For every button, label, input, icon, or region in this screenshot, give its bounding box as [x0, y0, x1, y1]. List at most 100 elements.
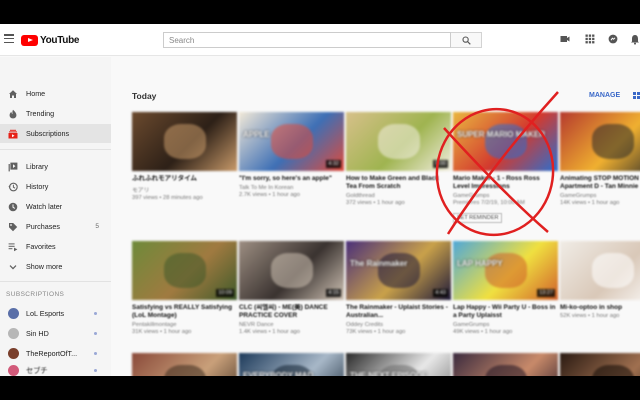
sidebar-item-history[interactable]: History: [0, 177, 111, 196]
video-title[interactable]: Mi-ko-optoo in shop: [560, 304, 640, 312]
channel-name[interactable]: モアリ: [132, 185, 237, 194]
search-input[interactable]: Search: [163, 32, 451, 48]
video-title[interactable]: The Rainmaker - Uplaist Stories - Austra…: [346, 304, 451, 320]
channel-name[interactable]: GameGrumps: [453, 322, 558, 328]
sidebar-item-label: Purchases: [26, 222, 60, 231]
video-card[interactable]: THE NEXT EPISODE REMIX: [346, 353, 451, 376]
video-title[interactable]: Satisfying vs REALLY Satisfying (LoL Mon…: [132, 304, 237, 320]
thumbnail-text: LAP HAPPY: [457, 259, 503, 268]
thumbnail-text: APPLE: [243, 130, 270, 139]
channel-name: LoL Esports: [26, 309, 65, 318]
subscription-channel[interactable]: TheReportOfT...: [0, 344, 111, 363]
manage-button[interactable]: MANAGE: [589, 92, 620, 99]
video-title[interactable]: CLC (씨엘씨) - ME(美) DANCE PRACTICE COVER: [239, 304, 344, 320]
browser-viewport: YouTube Search Home Trending Subscriptio…: [0, 24, 640, 376]
thumbnail-shape: [270, 252, 313, 289]
video-meta: 397 views • 28 minutes ago: [132, 195, 203, 201]
video-card[interactable]: [132, 353, 237, 376]
video-meta: 2.7K views • 1 hour ago: [239, 192, 301, 198]
video-card[interactable]: APPLE 4:32 "I'm sorry, so here's an apple"…: [239, 112, 344, 198]
sidebar-item-purchases[interactable]: Purchases 5: [0, 217, 111, 236]
sidebar-item-trending[interactable]: Trending: [0, 104, 111, 123]
thumbnail-shape: [591, 364, 634, 376]
video-card[interactable]: [560, 353, 640, 376]
video-card[interactable]: Mi-ko-optoo in shop 52K views • 1 hour ag…: [560, 241, 640, 319]
sidebar-divider: [0, 281, 111, 282]
search-icon: [462, 36, 471, 45]
subscription-channel[interactable]: セブチ: [0, 364, 111, 376]
video-title[interactable]: Lap Happy - Wii Party U - Boss in a Part…: [453, 304, 558, 320]
video-thumbnail[interactable]: LAP HAPPY 13:27: [453, 241, 558, 300]
video-title[interactable]: ふれふれモアリタイム: [132, 175, 237, 183]
video-card[interactable]: [453, 353, 558, 376]
new-content-dot: [94, 312, 97, 315]
video-card[interactable]: The Rainmaker 4:43 The Rainmaker - Uplaist…: [346, 241, 451, 335]
video-card[interactable]: ふれふれモアリタイム モアリ 397 views • 28 minutes ago: [132, 112, 237, 201]
sidebar-item-favorites[interactable]: Favorites: [0, 237, 111, 256]
thumbnail-shape: [484, 364, 527, 376]
video-thumbnail[interactable]: 10:09: [132, 241, 237, 300]
messages-icon[interactable]: [608, 34, 618, 44]
menu-icon[interactable]: [4, 34, 14, 44]
video-thumbnail[interactable]: THE NEXT EPISODE REMIX: [346, 353, 451, 376]
sidebar-item-home[interactable]: Home: [0, 84, 111, 103]
channel-name: Sin HD: [26, 329, 49, 338]
tag-icon: [9, 222, 18, 231]
video-thumbnail[interactable]: [453, 353, 558, 376]
channel-name[interactable]: Oddey Credits: [346, 322, 451, 328]
channel-name[interactable]: GameGrumps: [560, 193, 640, 199]
video-thumbnail[interactable]: [560, 353, 640, 376]
thumbnail-shape: [377, 123, 420, 160]
letterbox-bar: [0, 376, 640, 400]
play-logo-icon: [21, 34, 38, 46]
youtube-logo[interactable]: YouTube: [21, 33, 80, 47]
video-title[interactable]: "I'm sorry, so here's an apple": [239, 175, 344, 183]
new-content-dot: [94, 369, 97, 372]
channel-name[interactable]: Pentakillmontage: [132, 322, 237, 328]
video-meta: 49K views • 1 hour ago: [453, 329, 513, 335]
subscriptions-icon: [8, 129, 18, 138]
subscription-channel[interactable]: LoL Esports: [0, 304, 111, 323]
sidebar-divider: [0, 149, 111, 150]
video-card[interactable]: 4:15 CLC (씨엘씨) - ME(美) DANCE PRACTICE COV…: [239, 241, 344, 335]
video-thumbnail[interactable]: [560, 112, 640, 171]
channel-avatar: [7, 348, 19, 359]
video-thumbnail[interactable]: 4:15: [239, 241, 344, 300]
video-thumbnail[interactable]: [132, 112, 237, 171]
video-card[interactable]: EVERYBODY MAD: [239, 353, 344, 376]
video-thumbnail[interactable]: The Rainmaker 4:43: [346, 241, 451, 300]
video-duration: 4:15: [326, 289, 341, 297]
subscription-channel[interactable]: Sin HD: [0, 324, 111, 343]
video-card[interactable]: 10:09 Satisfying vs REALLY Satisfying (Lo…: [132, 241, 237, 335]
channel-name: TheReportOfT...: [26, 349, 78, 358]
sidebar-item-library[interactable]: Library: [0, 157, 111, 176]
purchases-count: 5: [95, 223, 99, 230]
thumbnail-shape: [163, 252, 206, 289]
notifications-bell-icon[interactable]: [630, 34, 640, 45]
video-thumbnail[interactable]: [132, 353, 237, 376]
channel-avatar: [7, 365, 19, 376]
video-meta: 52K views • 1 hour ago: [560, 313, 620, 319]
video-duration: 10:09: [216, 289, 234, 297]
channel-name[interactable]: NEVR Dance: [239, 322, 344, 328]
sidebar-item-watch-later[interactable]: Watch later: [0, 197, 111, 216]
history-icon: [8, 182, 18, 191]
chevron-down-icon: [9, 264, 17, 269]
masthead: YouTube Search: [0, 24, 640, 56]
video-thumbnail[interactable]: EVERYBODY MAD: [239, 353, 344, 376]
grid-view-icon[interactable]: [633, 92, 640, 99]
create-video-icon[interactable]: [560, 34, 570, 44]
video-meta: 1.4K views • 1 hour ago: [239, 329, 301, 335]
sidebar-item-show-more[interactable]: Show more: [0, 257, 111, 276]
video-thumbnail[interactable]: APPLE 4:32: [239, 112, 344, 171]
video-thumbnail[interactable]: [560, 241, 640, 300]
apps-grid-icon[interactable]: [585, 34, 595, 44]
guide-sidebar: Home Trending Subscriptions Library Hist…: [0, 57, 111, 376]
video-card[interactable]: Animating STOP MOTION Apartment D - Tan …: [560, 112, 640, 206]
video-title[interactable]: Animating STOP MOTION Apartment D - Tan …: [560, 175, 640, 191]
video-card[interactable]: LAP HAPPY 13:27 Lap Happy - Wii Party U - …: [453, 241, 558, 335]
sidebar-item-subscriptions[interactable]: Subscriptions: [0, 124, 111, 143]
channel-avatar: [7, 308, 19, 319]
search-button[interactable]: [451, 32, 482, 48]
channel-name[interactable]: Talk To Me In Korean: [239, 185, 344, 191]
